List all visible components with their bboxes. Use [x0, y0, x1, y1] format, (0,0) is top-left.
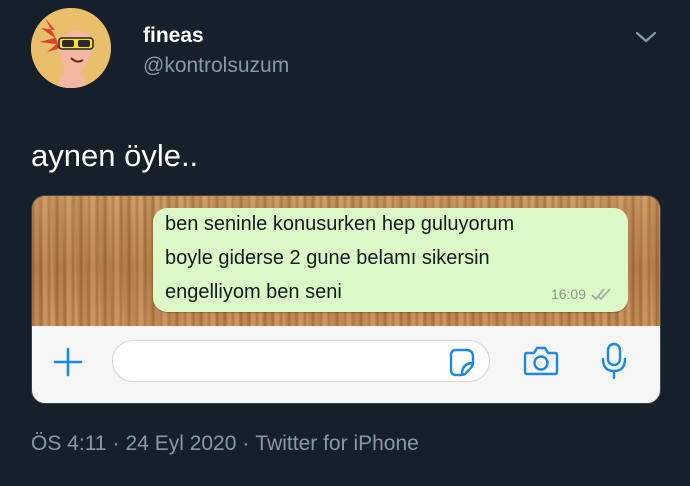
message-line: engelliyom ben seni [165, 281, 342, 303]
double-check-icon [590, 287, 614, 301]
tweet-date[interactable]: 24 Eyl 2020 [126, 432, 237, 455]
message-line: ben seninle konusurken hep guluyorum [165, 213, 515, 235]
plus-icon[interactable] [52, 346, 84, 378]
microphone-icon[interactable] [599, 341, 629, 381]
tweet-media[interactable]: ben seninle konusurken hep guluyorum boy… [31, 195, 661, 404]
avatar[interactable] [31, 8, 111, 88]
message-bubble[interactable]: ben seninle konusurken hep guluyorum boy… [153, 208, 628, 312]
separator: · [242, 432, 250, 455]
tweet-meta: ÖS 4:11 · 24 Eyl 2020 · Twitter for iPhone [31, 432, 419, 456]
tweet-text: aynen öyle.. [31, 138, 199, 173]
separator: · [112, 432, 120, 455]
tweet-time[interactable]: ÖS 4:11 [31, 432, 107, 455]
username-handle[interactable]: @kontrolsuzum [143, 54, 289, 78]
sticker-icon[interactable] [445, 346, 477, 378]
avatar-image [31, 8, 111, 88]
tweet-source[interactable]: Twitter for iPhone [255, 432, 418, 455]
message-composer [32, 326, 660, 403]
chevron-down-icon[interactable] [634, 28, 658, 46]
message-timestamp: 16:09 [550, 286, 586, 302]
display-name[interactable]: fineas [143, 24, 204, 48]
camera-icon[interactable] [522, 344, 560, 378]
message-line: boyle giderse 2 gune belamı sikersin [165, 247, 490, 269]
message-input[interactable] [112, 340, 490, 382]
